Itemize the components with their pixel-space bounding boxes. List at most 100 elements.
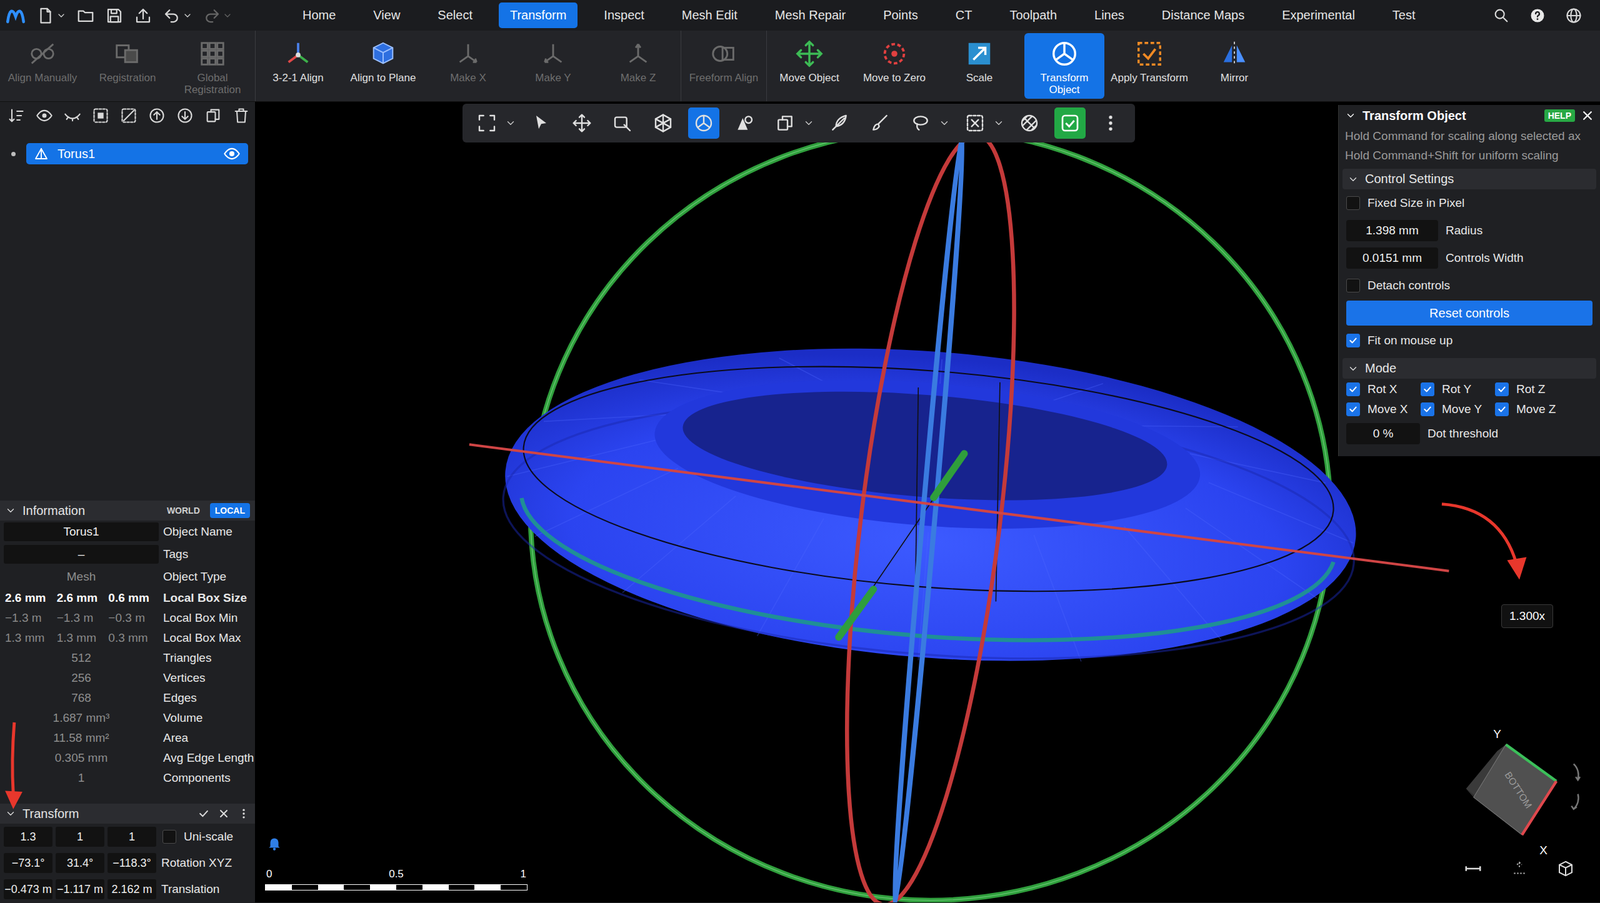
sort-button[interactable] xyxy=(7,106,25,125)
info-field[interactable]: Torus1 xyxy=(3,522,159,542)
menu-tab[interactable]: Test xyxy=(1381,2,1427,29)
new-file-button[interactable] xyxy=(36,6,67,25)
toolbar-button[interactable] xyxy=(959,107,991,139)
ribbon-button[interactable]: Align Manually xyxy=(2,33,83,99)
toolbar-button[interactable] xyxy=(823,107,855,139)
ribbon-button[interactable]: Move Object xyxy=(769,33,850,99)
save-button[interactable] xyxy=(105,6,124,25)
checkbox[interactable] xyxy=(1420,402,1435,417)
number-field[interactable]: −0.473 m xyxy=(3,879,53,900)
ribbon-button[interactable]: Align to Plane xyxy=(343,33,424,99)
close-button[interactable] xyxy=(1581,109,1594,122)
toolbar-button[interactable] xyxy=(471,107,503,139)
section-header[interactable]: Transform xyxy=(0,803,255,824)
menu-tab[interactable]: Points xyxy=(871,2,930,29)
trash-button[interactable] xyxy=(232,106,250,125)
visibility-toggle[interactable] xyxy=(223,145,241,163)
checkbox[interactable] xyxy=(1346,382,1360,397)
menu-tab[interactable]: Home xyxy=(291,2,347,29)
checkbox[interactable] xyxy=(1346,278,1360,293)
ribbon-button[interactable]: Freeform Align xyxy=(683,33,764,99)
menu-tab[interactable]: Mesh Edit xyxy=(670,2,749,29)
toolbar-button[interactable] xyxy=(1054,107,1086,139)
notifications-button[interactable] xyxy=(266,835,283,852)
number-field[interactable]: 0 % xyxy=(1346,423,1420,445)
tree-item[interactable]: Torus1 xyxy=(26,143,249,165)
move-down-button[interactable] xyxy=(176,106,194,125)
toolbar-button[interactable] xyxy=(1013,107,1045,139)
ribbon-button[interactable]: Global Registration xyxy=(172,33,253,99)
open-folder-button[interactable] xyxy=(76,6,95,25)
globe-button[interactable] xyxy=(1565,6,1583,25)
menu-tab[interactable]: View xyxy=(361,2,412,29)
deselect-button[interactable] xyxy=(120,106,138,125)
viewport-3d[interactable]: Transform ObjectHELPHold Command for sca… xyxy=(255,101,1600,903)
checkbox[interactable] xyxy=(1495,402,1509,417)
toolbar-button[interactable] xyxy=(606,107,639,139)
help-button[interactable] xyxy=(1528,6,1547,25)
menu-tab[interactable]: CT xyxy=(944,2,984,29)
toolbar-button[interactable] xyxy=(647,107,679,139)
toolbar-button[interactable] xyxy=(864,107,896,139)
toolbar-button[interactable] xyxy=(688,107,720,139)
toolbar-button[interactable] xyxy=(905,107,937,139)
eye-closed-button[interactable] xyxy=(63,106,82,125)
duplicate-button[interactable] xyxy=(204,106,222,125)
checkbox[interactable] xyxy=(162,830,177,844)
toolbar-button[interactable] xyxy=(1095,107,1127,139)
number-field[interactable]: −118.3° xyxy=(107,853,157,874)
more-button[interactable] xyxy=(237,807,250,820)
cube-view-button[interactable] xyxy=(1556,859,1575,879)
number-field[interactable]: 0.0151 mm xyxy=(1346,247,1439,269)
search-button[interactable] xyxy=(1492,6,1510,25)
menu-tab[interactable]: Distance Maps xyxy=(1150,2,1256,29)
ribbon-button[interactable]: Apply Transform xyxy=(1109,33,1190,99)
dropdown-button[interactable] xyxy=(505,117,517,129)
number-field[interactable]: 2.162 m xyxy=(107,879,157,900)
view-cube[interactable]: BOTTOMYX xyxy=(1457,720,1592,862)
reset-controls-button[interactable]: Reset controls xyxy=(1346,300,1593,326)
select-all-button[interactable] xyxy=(91,106,110,125)
section-header[interactable]: Mode xyxy=(1342,358,1597,379)
checkbox[interactable] xyxy=(1495,382,1509,397)
ribbon-button[interactable]: Make Z xyxy=(598,33,679,99)
measure-button[interactable] xyxy=(1463,859,1483,879)
menu-tab[interactable]: Inspect xyxy=(592,2,655,29)
move-up-button[interactable] xyxy=(148,106,166,125)
ribbon-button[interactable]: Mirror xyxy=(1194,33,1275,99)
menu-tab[interactable]: Transform xyxy=(498,2,578,29)
toolbar-button[interactable] xyxy=(728,107,760,139)
menu-tab[interactable]: Select xyxy=(426,2,484,29)
eye-button[interactable] xyxy=(35,106,54,125)
checkbox[interactable] xyxy=(1346,402,1360,417)
apply-button[interactable] xyxy=(197,807,210,820)
ribbon-button[interactable]: 3-2-1 Align xyxy=(258,33,339,99)
toolbar-button[interactable] xyxy=(525,107,557,139)
export-button[interactable] xyxy=(133,6,153,25)
dropdown-button[interactable] xyxy=(803,117,815,129)
menu-tab[interactable]: Lines xyxy=(1083,2,1136,29)
number-field[interactable]: −1.117 m xyxy=(55,879,105,900)
number-field[interactable]: −73.1° xyxy=(3,853,53,874)
info-field[interactable]: – xyxy=(3,545,159,564)
orbit-button[interactable] xyxy=(1510,859,1529,879)
menu-tab[interactable]: Toolpath xyxy=(998,2,1069,29)
section-header[interactable]: InformationWORLDLOCAL xyxy=(0,500,255,521)
mode-toggle[interactable]: LOCAL xyxy=(210,503,250,519)
reset-button[interactable] xyxy=(217,807,230,820)
undo-button[interactable] xyxy=(162,6,193,25)
number-field[interactable]: 1.3 xyxy=(3,826,53,847)
ribbon-button[interactable]: Scale xyxy=(939,33,1020,99)
toolbar-button[interactable] xyxy=(769,107,801,139)
dropdown-button[interactable] xyxy=(938,117,950,129)
menu-tab[interactable]: Mesh Repair xyxy=(763,2,857,29)
ribbon-button[interactable]: Make X xyxy=(428,33,509,99)
checkbox[interactable] xyxy=(1346,333,1360,348)
number-field[interactable]: 31.4° xyxy=(55,853,105,874)
ribbon-button[interactable]: Make Y xyxy=(513,33,594,99)
section-header[interactable]: Control Settings xyxy=(1342,168,1597,190)
ribbon-button[interactable]: Registration xyxy=(87,33,168,99)
number-field[interactable]: 1 xyxy=(55,826,105,847)
menu-tab[interactable]: Experimental xyxy=(1270,2,1367,29)
ribbon-button[interactable]: Transform Object xyxy=(1024,33,1105,99)
